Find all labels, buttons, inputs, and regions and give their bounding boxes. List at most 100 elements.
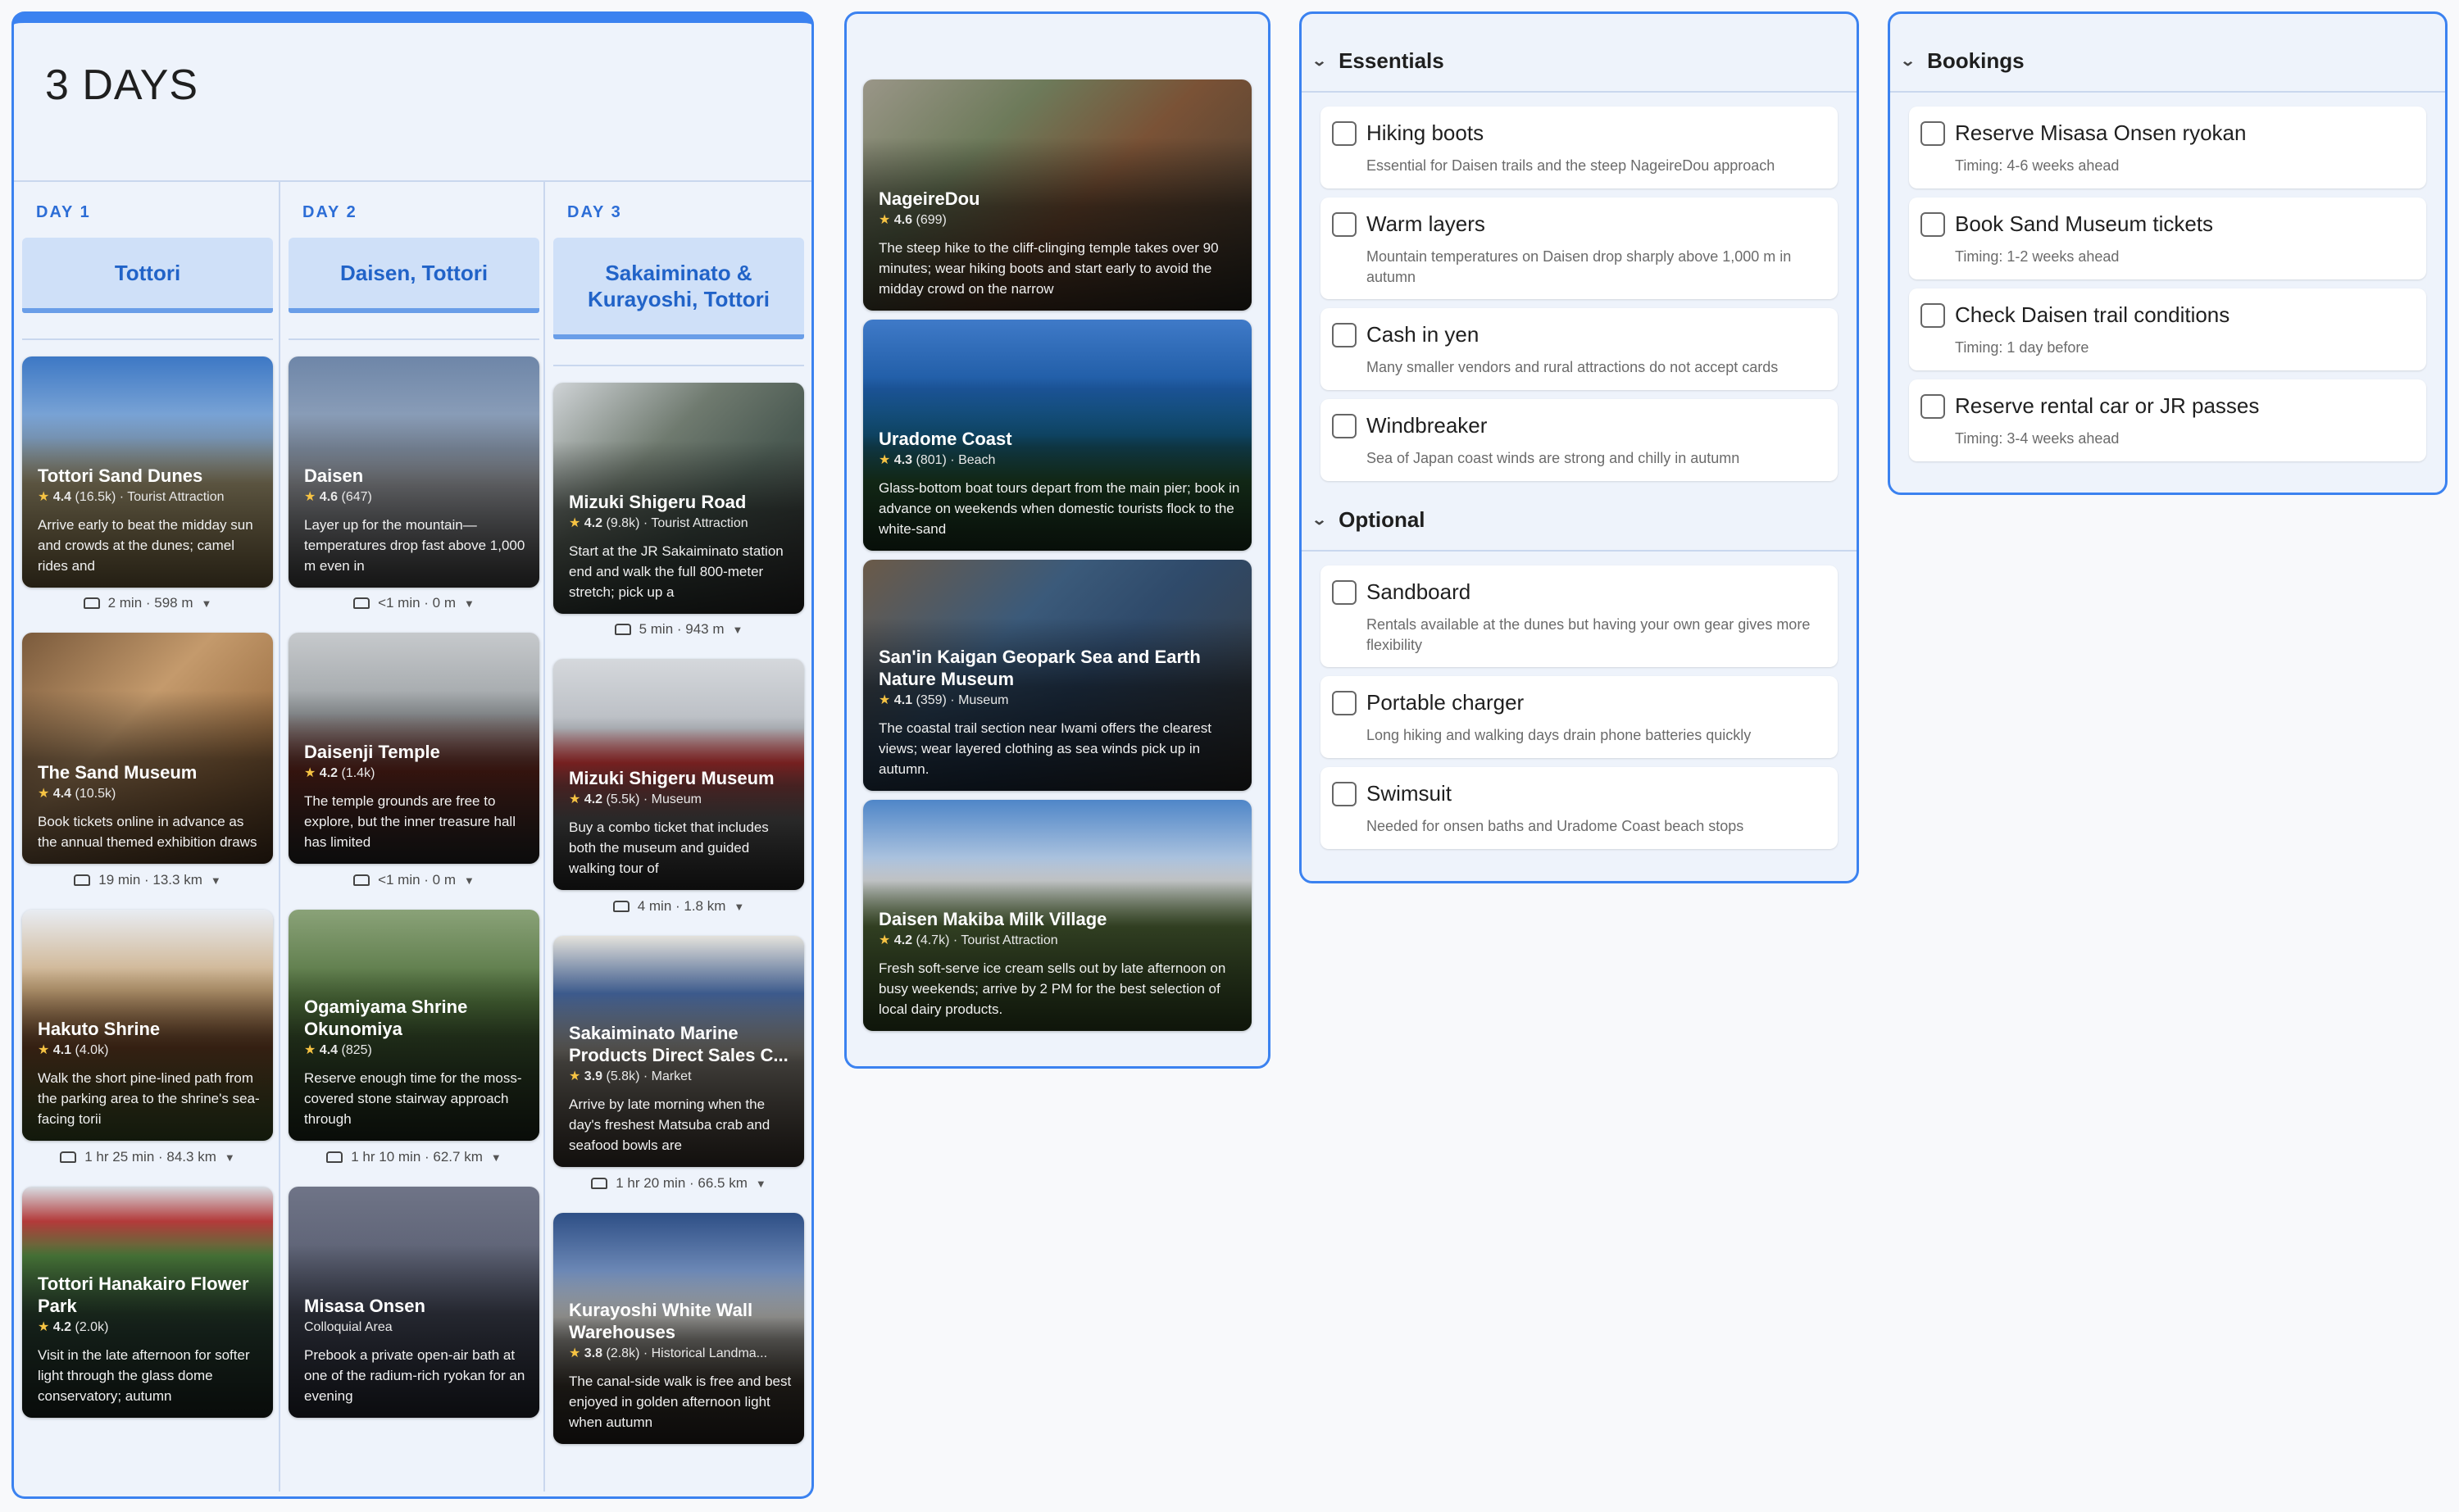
place-card[interactable]: Mizuki Shigeru Museum ★ 4.2 (5.5k) · Mus… xyxy=(553,659,804,890)
place-card[interactable]: The Sand Museum ★ 4.4 (10.5k) Book ticke… xyxy=(22,633,273,864)
checkbox[interactable] xyxy=(1332,691,1357,715)
travel-time[interactable]: 4 min · 1.8 km ▼ xyxy=(553,898,804,915)
item-timing: Timing: 1 day before xyxy=(1955,339,2089,356)
star-icon: ★ xyxy=(38,1043,50,1057)
car-icon xyxy=(326,1151,343,1163)
place-meta: ★ 4.2 (9.8k) · Tourist Attraction xyxy=(569,516,748,530)
item-title: Book Sand Museum tickets xyxy=(1955,211,2214,236)
chevron-down-icon: ▼ xyxy=(490,1151,502,1164)
place-name: Mizuki Shigeru Road xyxy=(569,492,747,512)
chevron-down-icon: ▼ xyxy=(755,1177,766,1190)
travel-time[interactable]: 1 hr 20 min · 66.5 km ▼ xyxy=(553,1175,804,1192)
place-name: NageireDou xyxy=(879,188,980,209)
checklist-item[interactable]: Portable charger Long hiking and walking… xyxy=(1320,676,1838,758)
day-column-2: DAY 2 Daisen, Tottori Daisen ★ 4.6 (647)… xyxy=(279,180,543,1492)
checklist-item[interactable]: Windbreaker Sea of Japan coast winds are… xyxy=(1320,399,1838,481)
car-icon xyxy=(60,1151,77,1163)
checkbox[interactable] xyxy=(1332,323,1357,347)
item-title: Windbreaker xyxy=(1366,413,1488,438)
day-title[interactable]: Sakaiminato & Kurayoshi, Tottori xyxy=(553,238,804,339)
place-card[interactable]: Daisen ★ 4.6 (647) Layer up for the moun… xyxy=(289,356,539,588)
place-meta: ★ 4.3 (801) · Beach xyxy=(879,453,996,467)
itinerary-days-panel: 3 DAYS DAY 1 Tottori Tottori Sand Dunes … xyxy=(11,11,814,1499)
day-column-1: DAY 1 Tottori Tottori Sand Dunes ★ 4.4 (… xyxy=(14,180,279,1492)
checklist-item[interactable]: Sandboard Rentals available at the dunes… xyxy=(1320,565,1838,667)
place-card[interactable]: Daisenji Temple ★ 4.2 (1.4k) The temple … xyxy=(289,633,539,864)
place-meta: ★ 4.1 (4.0k) xyxy=(38,1043,109,1057)
divider xyxy=(1302,550,1857,552)
place-description: Layer up for the mountain—temperatures d… xyxy=(304,517,525,574)
travel-time[interactable]: <1 min · 0 m ▼ xyxy=(289,872,539,888)
place-card[interactable]: San'in Kaigan Geopark Sea and Earth Natu… xyxy=(863,560,1252,791)
divider xyxy=(1302,91,1857,93)
place-name: Uradome Coast xyxy=(879,429,1012,449)
place-card[interactable]: Misasa Onsen Colloquial Area Prebook a p… xyxy=(289,1187,539,1418)
place-card[interactable]: NageireDou ★ 4.6 (699) The steep hike to… xyxy=(863,79,1252,311)
checkbox[interactable] xyxy=(1332,580,1357,605)
divider xyxy=(1890,91,2445,93)
car-icon xyxy=(612,901,630,912)
item-note: Essential for Daisen trails and the stee… xyxy=(1366,157,1775,174)
item-timing: Timing: 1-2 weeks ahead xyxy=(1955,248,2120,265)
day-title[interactable]: Tottori xyxy=(22,238,273,313)
checkbox[interactable] xyxy=(1920,303,1945,328)
checkbox[interactable] xyxy=(1332,212,1357,237)
star-icon: ★ xyxy=(879,453,891,467)
place-name: San'in Kaigan Geopark Sea and Earth Natu… xyxy=(879,647,1201,689)
star-icon: ★ xyxy=(304,1043,316,1057)
checkbox[interactable] xyxy=(1332,782,1357,806)
checklist-item[interactable]: Swimsuit Needed for onsen baths and Urad… xyxy=(1320,767,1838,849)
place-card[interactable]: Mizuki Shigeru Road ★ 4.2 (9.8k) · Touri… xyxy=(553,383,804,614)
place-description: Visit in the late afternoon for softer l… xyxy=(38,1347,250,1404)
booking-item[interactable]: Reserve Misasa Onsen ryokan Timing: 4-6 … xyxy=(1909,107,2426,188)
place-name: Ogamiyama Shrine Okunomiya xyxy=(304,997,468,1039)
travel-time[interactable]: 1 hr 25 min · 84.3 km ▼ xyxy=(22,1149,273,1165)
section-header-essentials[interactable]: ⌄ Essentials xyxy=(1311,48,1444,74)
place-category: Colloquial Area xyxy=(304,1320,393,1334)
place-description: Prebook a private open-air bath at one o… xyxy=(304,1347,525,1404)
booking-item[interactable]: Book Sand Museum tickets Timing: 1-2 wee… xyxy=(1909,198,2426,279)
place-card[interactable]: Daisen Makiba Milk Village ★ 4.2 (4.7k) … xyxy=(863,800,1252,1031)
booking-item[interactable]: Check Daisen trail conditions Timing: 1 … xyxy=(1909,288,2426,370)
place-card[interactable]: Tottori Sand Dunes ★ 4.4 (16.5k) · Touri… xyxy=(22,356,273,588)
section-header-optional[interactable]: ⌄ Optional xyxy=(1311,507,1425,533)
place-description: Reserve enough time for the moss-covered… xyxy=(304,1070,522,1127)
travel-time[interactable]: 2 min · 598 m ▼ xyxy=(22,595,273,611)
travel-time[interactable]: 1 hr 10 min · 62.7 km ▼ xyxy=(289,1149,539,1165)
place-card[interactable]: Ogamiyama Shrine Okunomiya ★ 4.4 (825) R… xyxy=(289,910,539,1141)
travel-time[interactable]: <1 min · 0 m ▼ xyxy=(289,595,539,611)
checkbox[interactable] xyxy=(1920,212,1945,237)
packing-list-panel: ⌄ Essentials Hiking boots Essential for D… xyxy=(1299,11,1859,883)
place-card[interactable]: Hakuto Shrine ★ 4.1 (4.0k) Walk the shor… xyxy=(22,910,273,1141)
place-name: Daisen Makiba Milk Village xyxy=(879,909,1107,929)
checkbox[interactable] xyxy=(1332,414,1357,438)
item-title: Check Daisen trail conditions xyxy=(1955,302,2230,327)
place-meta: ★ 4.4 (16.5k) · Tourist Attraction xyxy=(38,490,225,504)
car-icon xyxy=(591,1178,608,1189)
place-card[interactable]: Uradome Coast ★ 4.3 (801) · Beach Glass-… xyxy=(863,320,1252,551)
booking-item[interactable]: Reserve rental car or JR passes Timing: … xyxy=(1909,379,2426,461)
star-icon: ★ xyxy=(38,1320,50,1334)
travel-time[interactable]: 19 min · 13.3 km ▼ xyxy=(22,872,273,888)
bookings-panel: ⌄ Bookings Reserve Misasa Onsen ryokan Ti… xyxy=(1888,11,2448,495)
place-meta: ★ 4.6 (699) xyxy=(879,213,947,227)
checklist-item[interactable]: Cash in yen Many smaller vendors and rur… xyxy=(1320,308,1838,390)
place-card[interactable]: Tottori Hanakairo Flower Park ★ 4.2 (2.0… xyxy=(22,1187,273,1418)
place-meta: ★ 4.2 (1.4k) xyxy=(304,766,375,780)
chevron-down-icon: ▼ xyxy=(201,597,212,610)
place-meta: ★ 4.1 (359) · Museum xyxy=(879,693,1009,707)
place-card[interactable]: Sakaiminato Marine Products Direct Sales… xyxy=(553,936,804,1167)
checklist-item[interactable]: Hiking boots Essential for Daisen trails… xyxy=(1320,107,1838,188)
checklist-item[interactable]: Warm layers Mountain temperatures on Dai… xyxy=(1320,198,1838,299)
saved-places-panel: NageireDou ★ 4.6 (699) The steep hike to… xyxy=(844,11,1270,1069)
trip-duration-title: 3 DAYS xyxy=(45,61,199,109)
checkbox[interactable] xyxy=(1920,121,1945,146)
travel-time[interactable]: 5 min · 943 m ▼ xyxy=(553,621,804,638)
place-card[interactable]: Kurayoshi White Wall Warehouses ★ 3.8 (2… xyxy=(553,1213,804,1444)
place-meta: ★ 4.2 (2.0k) xyxy=(38,1320,109,1334)
checkbox[interactable] xyxy=(1332,121,1357,146)
day-title[interactable]: Daisen, Tottori xyxy=(289,238,539,313)
star-icon: ★ xyxy=(879,933,891,947)
checkbox[interactable] xyxy=(1920,394,1945,419)
section-header-bookings[interactable]: ⌄ Bookings xyxy=(1900,48,2025,74)
